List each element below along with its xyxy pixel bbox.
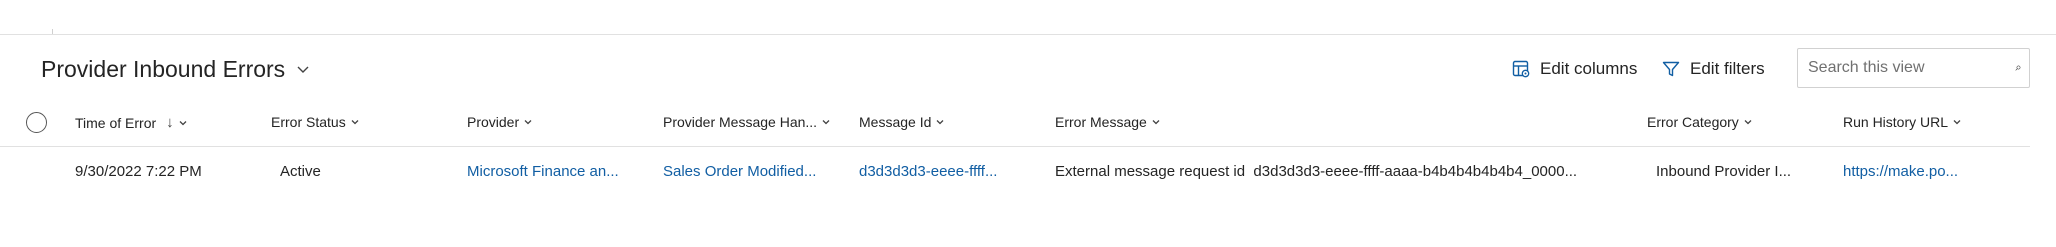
select-all-checkbox[interactable]: [26, 112, 47, 133]
view-title: Provider Inbound Errors: [41, 55, 286, 82]
search-input[interactable]: [1808, 59, 2015, 77]
chevron-down-icon: [1744, 120, 1752, 125]
column-header-error-message[interactable]: Error Message: [1055, 114, 1161, 130]
edit-filters-label: Edit filters: [1690, 59, 1765, 78]
top-divider: [0, 34, 2056, 35]
edit-columns-button[interactable]: Edit columns: [1511, 52, 1637, 86]
chevron-down-icon: [1953, 120, 1961, 125]
cell-provider-link[interactable]: Microsoft Finance an...: [467, 163, 619, 180]
edit-filters-button[interactable]: Edit filters: [1661, 52, 1765, 86]
cell-run-history-url-link[interactable]: https://make.po...: [1843, 163, 1958, 180]
cell-error-message: External message request id d3d3d3d3-eee…: [1055, 163, 1578, 180]
cell-error-category: Inbound Provider I...: [1656, 163, 1792, 180]
cell-message-id-link[interactable]: d3d3d3d3-eeee-ffff...: [859, 163, 997, 180]
edit-columns-label: Edit columns: [1540, 59, 1638, 78]
column-header-error-status[interactable]: Error Status: [271, 114, 360, 130]
column-header-error-category[interactable]: Error Category: [1647, 114, 1753, 130]
column-header-run-history-url[interactable]: Run History URL: [1843, 114, 1962, 130]
arrow-down-icon: ↓: [166, 114, 174, 131]
cell-provider-message-handler-link[interactable]: Sales Order Modified...: [663, 163, 816, 180]
cell-time-of-error: 9/30/2022 7:22 PM: [75, 163, 202, 180]
column-header-provider[interactable]: Provider: [467, 114, 533, 130]
grid-header-row: Time of Error ↓ Error Status Provider Pr…: [0, 105, 2030, 147]
chevron-down-icon: [936, 120, 944, 125]
chevron-down-icon: [822, 120, 830, 125]
chevron-down-icon: [1152, 120, 1160, 125]
chevron-down-icon: [524, 120, 532, 125]
view-selector[interactable]: Provider Inbound Errors: [41, 52, 311, 86]
chevron-down-icon: [179, 120, 187, 125]
column-header-provider-message-handler[interactable]: Provider Message Han...: [663, 114, 831, 130]
cell-error-status: Active: [280, 163, 321, 180]
filter-icon: [1662, 61, 1680, 77]
search-icon[interactable]: [2015, 59, 2021, 77]
chevron-down-icon: [351, 120, 359, 125]
edit-columns-icon: [1512, 60, 1530, 78]
search-box: [1797, 48, 2030, 88]
table-row[interactable]: 9/30/2022 7:22 PM Active Microsoft Finan…: [0, 148, 2030, 198]
column-header-time-of-error[interactable]: Time of Error ↓: [75, 114, 188, 131]
chevron-down-icon: [297, 66, 309, 73]
column-header-message-id[interactable]: Message Id: [859, 114, 945, 130]
